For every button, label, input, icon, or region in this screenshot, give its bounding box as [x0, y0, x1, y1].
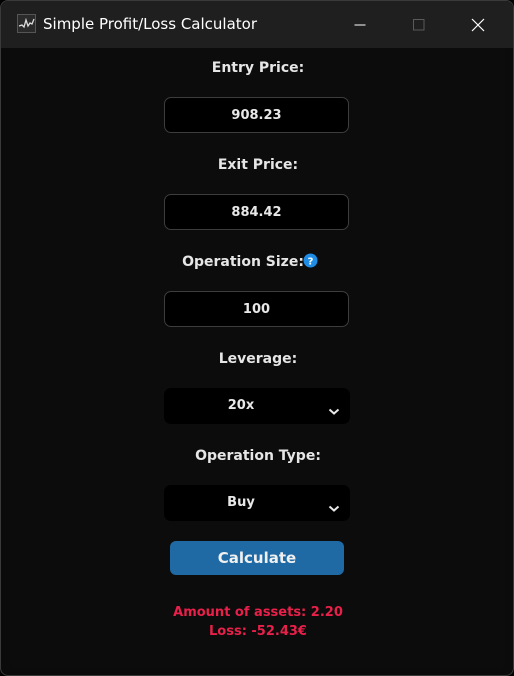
leverage-label: Leverage: — [218, 351, 298, 367]
app-window: Simple Profit/Loss Calculator Entry Pric… — [0, 0, 514, 676]
entry-price-label: Entry Price: — [211, 60, 305, 76]
minimize-button[interactable] — [331, 1, 389, 48]
chevron-down-icon[interactable] — [328, 401, 340, 415]
calculator-panel: Entry Price: Exit Price: Operation Size:… — [9, 48, 505, 668]
svg-text:?: ? — [308, 257, 314, 268]
entry-price-input[interactable] — [164, 97, 349, 133]
question-circle-icon[interactable]: ? — [303, 253, 318, 268]
calculate-button[interactable]: Calculate — [170, 541, 344, 575]
operation-size-label: Operation Size: — [9, 254, 507, 270]
chart-line-icon — [17, 14, 36, 33]
operation-type-label: Operation Type: — [195, 448, 321, 464]
exit-price-input[interactable] — [164, 194, 349, 230]
title-bar[interactable]: Simple Profit/Loss Calculator — [1, 1, 513, 48]
operation-size-label-text: Operation Size: — [182, 254, 304, 270]
window-title: Simple Profit/Loss Calculator — [43, 15, 258, 33]
leverage-value: 20x — [227, 398, 255, 413]
maximize-icon — [413, 18, 425, 30]
loss-text: Loss: -52.43€ — [209, 624, 307, 639]
exit-price-label: Exit Price: — [217, 157, 299, 173]
leverage-select[interactable]: 20x — [164, 388, 350, 424]
minimize-icon — [354, 24, 366, 25]
close-icon — [471, 18, 485, 31]
operation-size-input[interactable] — [164, 291, 349, 327]
amount-of-assets-text: Amount of assets: 2.20 — [173, 605, 343, 620]
operation-type-value: Buy — [227, 495, 255, 510]
maximize-button[interactable] — [390, 1, 448, 48]
operation-type-select[interactable]: Buy — [164, 485, 350, 521]
chevron-down-icon[interactable] — [328, 498, 340, 512]
close-button[interactable] — [449, 1, 507, 48]
